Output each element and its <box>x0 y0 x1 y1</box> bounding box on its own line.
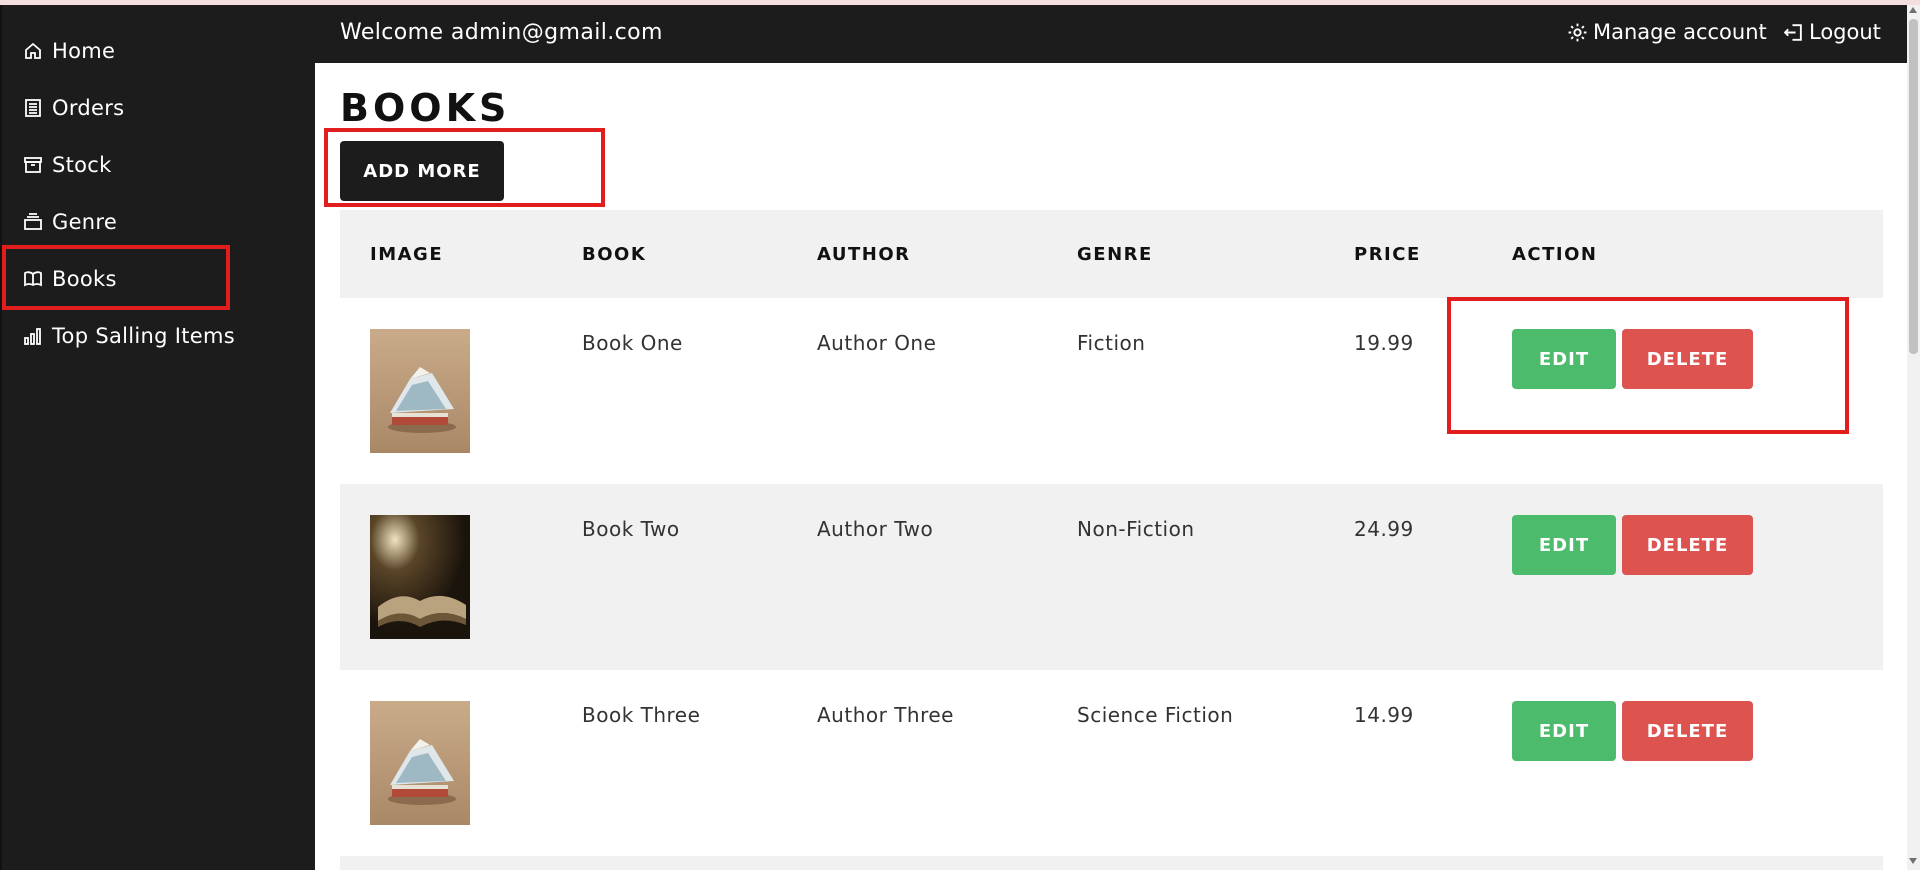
scroll-up-arrow-icon[interactable] <box>1909 7 1917 13</box>
scroll-down-arrow-icon[interactable] <box>1909 858 1917 864</box>
logout-link[interactable]: Logout <box>1783 20 1881 44</box>
book-author: Author One <box>817 331 937 355</box>
home-icon <box>22 40 44 62</box>
orders-icon <box>22 97 44 119</box>
edit-button[interactable]: EDIT <box>1512 701 1616 761</box>
book-price: 19.99 <box>1354 331 1414 355</box>
book-title: Book Three <box>582 703 701 727</box>
sidebar-item-home[interactable]: Home <box>22 31 115 71</box>
manage-account-label: Manage account <box>1593 20 1767 44</box>
top-bar: Welcome admin@gmail.com Manage account L… <box>315 5 1907 63</box>
column-header-image: IMAGE <box>370 244 444 265</box>
book-thumbnail-image <box>370 515 470 639</box>
book-thumbnail-image <box>370 701 470 825</box>
sidebar-item-stock[interactable]: Stock <box>22 145 112 185</box>
book-title: Book One <box>582 331 683 355</box>
column-header-book: BOOK <box>582 244 647 265</box>
table-header: IMAGE BOOK AUTHOR GENRE PRICE ACTION <box>340 210 1883 298</box>
highlight-books-nav <box>2 245 230 310</box>
book-genre: Non-Fiction <box>1077 517 1195 541</box>
book-genre: Science Fiction <box>1077 703 1234 727</box>
sidebar-item-label: Home <box>52 39 116 63</box>
sidebar: Home Orders Stock Genre Books Top Sallin… <box>0 5 315 870</box>
gear-icon <box>1568 23 1587 41</box>
book-price: 24.99 <box>1354 517 1414 541</box>
sidebar-item-genre[interactable]: Genre <box>22 202 117 242</box>
table-row <box>340 856 1883 870</box>
delete-button[interactable]: DELETE <box>1622 515 1753 575</box>
column-header-genre: GENRE <box>1077 244 1153 265</box>
book-title: Book Two <box>582 517 680 541</box>
book-price: 14.99 <box>1354 703 1414 727</box>
bar-chart-icon <box>22 325 44 347</box>
logout-label: Logout <box>1809 20 1881 44</box>
table-row: Book Two Author Two Non-Fiction 24.99 ED… <box>340 484 1883 670</box>
book-thumbnail-image <box>370 329 470 453</box>
manage-account-link[interactable]: Manage account <box>1567 20 1767 44</box>
book-author: Author Two <box>817 517 934 541</box>
column-header-author: AUTHOR <box>817 244 911 265</box>
table-row: Book Three Author Three Science Fiction … <box>340 670 1883 856</box>
column-header-price: PRICE <box>1354 244 1421 265</box>
book-genre: Fiction <box>1077 331 1146 355</box>
sidebar-item-label: Stock <box>52 153 112 177</box>
sidebar-item-label: Orders <box>52 96 125 120</box>
stock-icon <box>22 154 44 176</box>
sidebar-item-top-selling[interactable]: Top Salling Items <box>22 316 235 356</box>
edit-button[interactable]: EDIT <box>1512 515 1616 575</box>
logout-icon <box>1783 23 1802 41</box>
highlight-actions <box>1447 297 1849 434</box>
column-header-action: ACTION <box>1512 244 1598 265</box>
sidebar-item-label: Top Salling Items <box>52 324 235 348</box>
scroll-thumb[interactable] <box>1909 19 1918 354</box>
welcome-text: Welcome admin@gmail.com <box>340 20 663 45</box>
sidebar-item-orders[interactable]: Orders <box>22 88 124 128</box>
sidebar-item-label: Genre <box>52 210 118 234</box>
scrollbar[interactable] <box>1907 5 1920 870</box>
delete-button[interactable]: DELETE <box>1622 701 1753 761</box>
book-author: Author Three <box>817 703 954 727</box>
genre-icon <box>22 211 44 233</box>
highlight-add-more <box>324 128 605 207</box>
page-title: BOOKS <box>340 86 511 130</box>
